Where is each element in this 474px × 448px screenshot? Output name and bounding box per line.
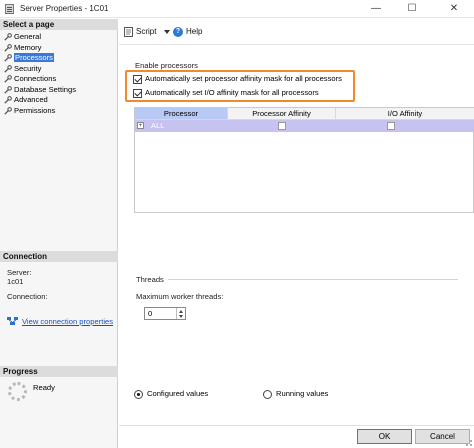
maximize-button[interactable]: ☐ xyxy=(398,0,426,18)
max-worker-threads-value: 0 xyxy=(148,309,153,318)
page-item-label: Processors xyxy=(14,53,54,62)
server-properties-icon xyxy=(5,4,14,14)
minimize-button[interactable]: — xyxy=(362,0,390,18)
dialog-footer: OK Cancel xyxy=(119,425,474,448)
auto-io-affinity-label: Automatically set I/O affinity mask for … xyxy=(145,88,319,97)
threads-divider xyxy=(168,279,458,280)
wrench-icon xyxy=(4,43,12,52)
io-affinity-checkbox[interactable] xyxy=(387,122,395,130)
page-item-advanced[interactable]: Advanced xyxy=(0,95,118,106)
progress-status: Ready xyxy=(33,383,55,392)
spin-up-icon[interactable] xyxy=(179,310,183,313)
script-icon xyxy=(124,27,133,37)
help-icon: ? xyxy=(173,27,183,37)
ok-button[interactable]: OK xyxy=(357,429,412,444)
processors-page: Enable processors Automatically set proc… xyxy=(119,46,474,426)
page-item-label: Memory xyxy=(14,42,42,52)
wrench-icon xyxy=(4,33,12,41)
running-values-radio[interactable] xyxy=(263,389,272,399)
page-item-connections[interactable]: Connections xyxy=(0,74,118,85)
page-item-label: Security xyxy=(14,63,42,73)
server-label: Server: xyxy=(7,268,32,277)
server-value: 1c01 xyxy=(7,277,24,286)
select-page-header: Select a page xyxy=(0,19,118,30)
spin-down-icon[interactable] xyxy=(179,315,183,318)
column-header-processor[interactable]: Processor xyxy=(135,108,228,120)
cancel-button[interactable]: Cancel xyxy=(415,429,470,444)
max-worker-threads-input[interactable]: 0 xyxy=(144,307,186,320)
expand-icon[interactable]: + xyxy=(137,122,144,129)
page-item-security[interactable]: Security xyxy=(0,64,118,75)
script-dropdown-icon[interactable] xyxy=(164,30,170,34)
wrench-icon xyxy=(4,64,12,73)
column-header-processor-affinity[interactable]: Processor Affinity xyxy=(228,108,336,120)
wrench-icon xyxy=(4,106,12,115)
progress-header: Progress xyxy=(0,366,118,377)
configured-values-option[interactable]: Configured values xyxy=(134,389,208,399)
connection-label: Connection: xyxy=(7,292,48,301)
page-item-general[interactable]: General xyxy=(0,32,118,43)
progress-spinner-icon xyxy=(8,382,27,401)
page-item-label: General xyxy=(14,32,42,41)
close-button[interactable]: ✕ xyxy=(434,0,474,18)
page-item-label: Permissions xyxy=(14,105,56,115)
help-button[interactable]: Help xyxy=(186,27,202,36)
page-item-database-settings[interactable]: Database Settings xyxy=(0,85,118,96)
window-title: Server Properties - 1C01 xyxy=(20,4,109,13)
running-values-label: Running values xyxy=(276,389,329,398)
auto-processor-affinity-label: Automatically set processor affinity mas… xyxy=(145,74,342,83)
max-worker-threads-label: Maximum worker threads: xyxy=(136,292,224,301)
title-bar: Server Properties - 1C01 — ☐ ✕ xyxy=(0,0,474,18)
page-item-label: Database Settings xyxy=(14,84,77,94)
page-list: General Memory Processors Security Conne… xyxy=(0,32,118,116)
page-item-processors[interactable]: Processors xyxy=(0,53,118,64)
running-values-option[interactable]: Running values xyxy=(263,389,328,399)
resize-grip-icon[interactable] xyxy=(466,440,472,446)
wrench-icon xyxy=(4,54,12,62)
processor-cell: ALL xyxy=(151,121,165,130)
view-connection-properties-link[interactable]: View connection properties xyxy=(22,317,113,326)
toolbar: Script ? Help xyxy=(119,19,474,45)
configured-values-radio[interactable] xyxy=(134,389,143,399)
configured-values-label: Configured values xyxy=(147,389,209,398)
page-item-permissions[interactable]: Permissions xyxy=(0,106,118,117)
table-row[interactable]: + ALL xyxy=(135,120,474,132)
grid-header: Processor Processor Affinity I/O Affinit… xyxy=(135,108,474,120)
page-item-memory[interactable]: Memory xyxy=(0,43,118,54)
max-worker-threads-stepper[interactable] xyxy=(176,308,185,319)
auto-processor-affinity-row[interactable]: Automatically set processor affinity mas… xyxy=(133,74,342,86)
wrench-icon xyxy=(4,85,12,94)
page-item-label: Connections xyxy=(14,74,57,83)
processor-grid: Processor Processor Affinity I/O Affinit… xyxy=(134,107,474,213)
connection-header: Connection xyxy=(0,251,118,262)
wrench-icon xyxy=(4,75,12,83)
connection-properties-icon xyxy=(7,317,18,325)
threads-label: Threads xyxy=(136,275,164,284)
script-button[interactable]: Script xyxy=(136,27,156,36)
column-header-io-affinity[interactable]: I/O Affinity xyxy=(336,108,474,120)
auto-io-affinity-row[interactable]: Automatically set I/O affinity mask for … xyxy=(133,88,319,100)
page-item-label: Advanced xyxy=(14,95,48,104)
auto-processor-affinity-checkbox[interactable] xyxy=(133,74,142,84)
processor-affinity-checkbox[interactable] xyxy=(278,122,286,130)
left-pane: Select a page General Memory Processors … xyxy=(0,19,118,448)
auto-io-affinity-checkbox[interactable] xyxy=(133,88,142,98)
enable-processors-label: Enable processors xyxy=(135,61,198,70)
wrench-icon xyxy=(4,96,12,104)
